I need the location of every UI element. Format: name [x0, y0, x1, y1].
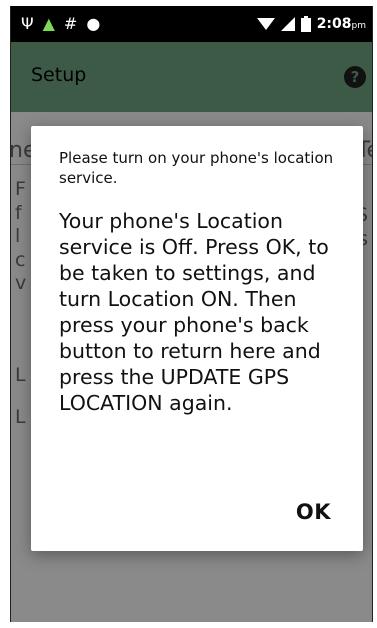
background-text: L: [15, 364, 26, 386]
setup-content-dimmed: ne Te F f l c v S s L L Please turn on y…: [11, 112, 372, 622]
notification-app-icon: ▲: [42, 14, 55, 33]
background-text: l: [15, 225, 21, 247]
clock: 2:08pm: [316, 16, 366, 32]
status-icons-right: 2:08pm: [256, 12, 366, 36]
help-icon[interactable]: ?: [344, 66, 366, 88]
background-text: v: [15, 272, 27, 294]
usb-icon: Ψ: [21, 14, 34, 33]
bug-icon: ●: [86, 14, 101, 33]
status-icons-left: Ψ ▲ # ●: [21, 12, 100, 36]
background-text: c: [15, 249, 26, 271]
wifi-icon: [256, 18, 275, 30]
signal-icon: [280, 17, 295, 31]
ok-button[interactable]: OK: [296, 500, 331, 524]
hash-icon: #: [63, 14, 78, 33]
background-text: f: [15, 202, 22, 224]
location-dialog: Please turn on your phone's location ser…: [31, 126, 363, 551]
dialog-message: Your phone's Location service is Off. Pr…: [59, 209, 329, 415]
phone-screen: Ψ ▲ # ● 2:08pm Setup ? ne Te F f l: [10, 6, 373, 622]
battery-icon: [300, 16, 311, 32]
app-title: Setup: [31, 64, 87, 86]
app-bar: Setup ?: [11, 42, 372, 112]
background-text: F: [15, 178, 26, 200]
background-text: L: [15, 406, 26, 428]
status-bar: Ψ ▲ # ● 2:08pm: [11, 6, 372, 42]
dialog-title: Please turn on your phone's location ser…: [59, 149, 334, 187]
